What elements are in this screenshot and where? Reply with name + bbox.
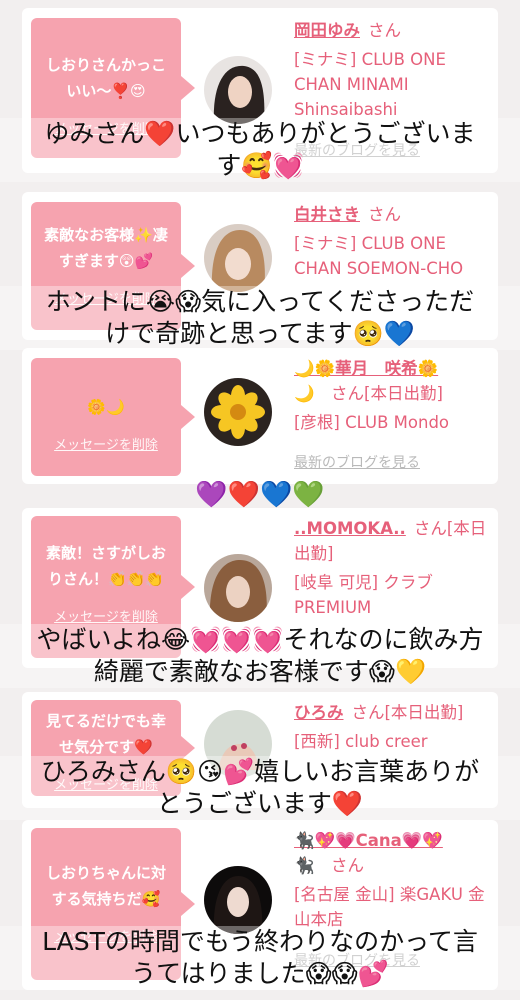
- name-suffix: 🌙 さん[本日出勤]: [294, 384, 443, 403]
- hearts-row: 💜❤️💙💚: [195, 480, 325, 510]
- name-suffix: さん[本日出勤]: [351, 703, 464, 722]
- message-text: しおりさんかっこいい〜❣️😍: [45, 56, 166, 100]
- name-suffix: 🐈‍⬛ さん: [294, 856, 365, 875]
- delete-message-link[interactable]: メッセージを削除: [39, 434, 173, 453]
- caption-overlay: やばいよね😂💓💓💓それなのに飲み方 綺麗で素敵なお客様です😱💛: [0, 624, 520, 688]
- girl-name-link[interactable]: ..MOMOKA..: [294, 519, 406, 538]
- message-bubble: 🌼🌙 メッセージを削除: [31, 358, 195, 476]
- caption-overlay: LASTの時間でもう終わりなのかって言 うてはりました😱😱💕: [0, 926, 520, 990]
- girl-info: 🌙🌼華月 咲希🌼 🌙 さん[本日出勤] [彦根] CLUB Mondo: [294, 356, 494, 435]
- shop-name: [名古屋 金山] 楽GAKU 金山本店: [294, 885, 485, 929]
- girl-name-link[interactable]: 🌙🌼華月 咲希🌼: [294, 359, 438, 378]
- shop-name: [岐阜 可児] クラブ PREMIUM: [294, 573, 433, 617]
- message-text: しおりちゃんに対する気持ちだ🥰: [45, 864, 166, 908]
- shop-name: [彦根] CLUB Mondo: [294, 413, 450, 432]
- avatar[interactable]: [204, 554, 272, 622]
- caption-line: ゆみさん❤️いつもありがとうございま: [44, 119, 476, 148]
- woman-photo-icon: [204, 554, 272, 622]
- shop-name: [ミナミ] CLUB ONE CHAN MINAMI Shinsaibashi: [294, 50, 446, 119]
- message-text: 素敵なお客様✨凄すぎます😲💕: [44, 226, 168, 270]
- woman-photo-icon: [204, 866, 272, 934]
- shop-name: [西新] club creer: [294, 732, 428, 751]
- caption-line: ホントに😭😱気に入ってくださっただ: [45, 287, 475, 316]
- page-bottom: [0, 990, 520, 1000]
- avatar[interactable]: [204, 56, 272, 124]
- girl-info: 白井さき さん [ミナミ] CLUB ONE CHAN SOEMON-CHO: [294, 202, 494, 281]
- avatar[interactable]: [204, 224, 272, 292]
- message-text: 見てるだけでも幸せ気分です❤️: [45, 712, 166, 756]
- flower-icon: [204, 378, 272, 446]
- shop-name: [ミナミ] CLUB ONE CHAN SOEMON-CHO: [294, 234, 464, 278]
- caption-line: す🥰💓: [216, 151, 304, 180]
- message-card: 🌼🌙 メッセージを削除 🌙🌼華月 咲希🌼 🌙 さん[本日出勤] [彦根] CLU…: [22, 348, 498, 484]
- girl-info: 岡田ゆみ さん [ミナミ] CLUB ONE CHAN MINAMI Shinsa…: [294, 18, 494, 122]
- caption-line: ひろみさん🥺😘💕嬉しいお言葉ありが: [40, 757, 480, 786]
- girl-name-link[interactable]: ひろみ: [294, 703, 344, 722]
- caption-line: やばいよね😂💓💓💓それなのに飲み方: [36, 625, 484, 654]
- girl-info: ..MOMOKA.. さん[本日出勤] [岐阜 可児] クラブ PREMIUM: [294, 516, 494, 620]
- girl-name-link[interactable]: 🐈‍⬛💖💗Cana💗💖: [294, 831, 443, 850]
- girl-info: 🐈‍⬛💖💗Cana💗💖 🐈‍⬛ さん [名古屋 金山] 楽GAKU 金山本店: [294, 828, 494, 932]
- caption-line: うてはりました😱😱💕: [131, 959, 389, 988]
- caption-line: とうございます❤️: [156, 789, 364, 818]
- avatar[interactable]: [204, 378, 272, 446]
- caption-line: けで奇跡と思ってます🥺💙: [105, 319, 415, 348]
- caption-overlay: ひろみさん🥺😘💕嬉しいお言葉ありが とうございます❤️: [0, 756, 520, 820]
- girl-name-link[interactable]: 岡田ゆみ: [294, 21, 360, 40]
- caption-line: LASTの時間でもう終わりなのかって言: [42, 927, 478, 956]
- woman-photo-icon: [204, 56, 272, 124]
- avatar[interactable]: [204, 866, 272, 934]
- name-suffix: さん: [368, 21, 401, 40]
- caption-line: 綺麗で素敵なお客様です😱💛: [93, 657, 427, 686]
- delete-message-link[interactable]: メッセージを削除: [39, 606, 173, 625]
- girl-name-link[interactable]: 白井さき: [294, 205, 360, 224]
- woman-photo-icon: [204, 224, 272, 292]
- name-suffix: さん: [368, 205, 401, 224]
- caption-overlay: ゆみさん❤️いつもありがとうございま す🥰💓: [0, 118, 520, 182]
- latest-blog-link[interactable]: 最新のブログを見る: [294, 452, 420, 472]
- message-text: 素敵！さすがしおりさん！👏👏👏: [45, 544, 166, 588]
- girl-info: ひろみ さん[本日出勤] [西新] club creer: [294, 700, 494, 754]
- caption-overlay: ホントに😭😱気に入ってくださっただ けで奇跡と思ってます🥺💙: [0, 286, 520, 350]
- message-text: 🌼🌙: [87, 398, 125, 416]
